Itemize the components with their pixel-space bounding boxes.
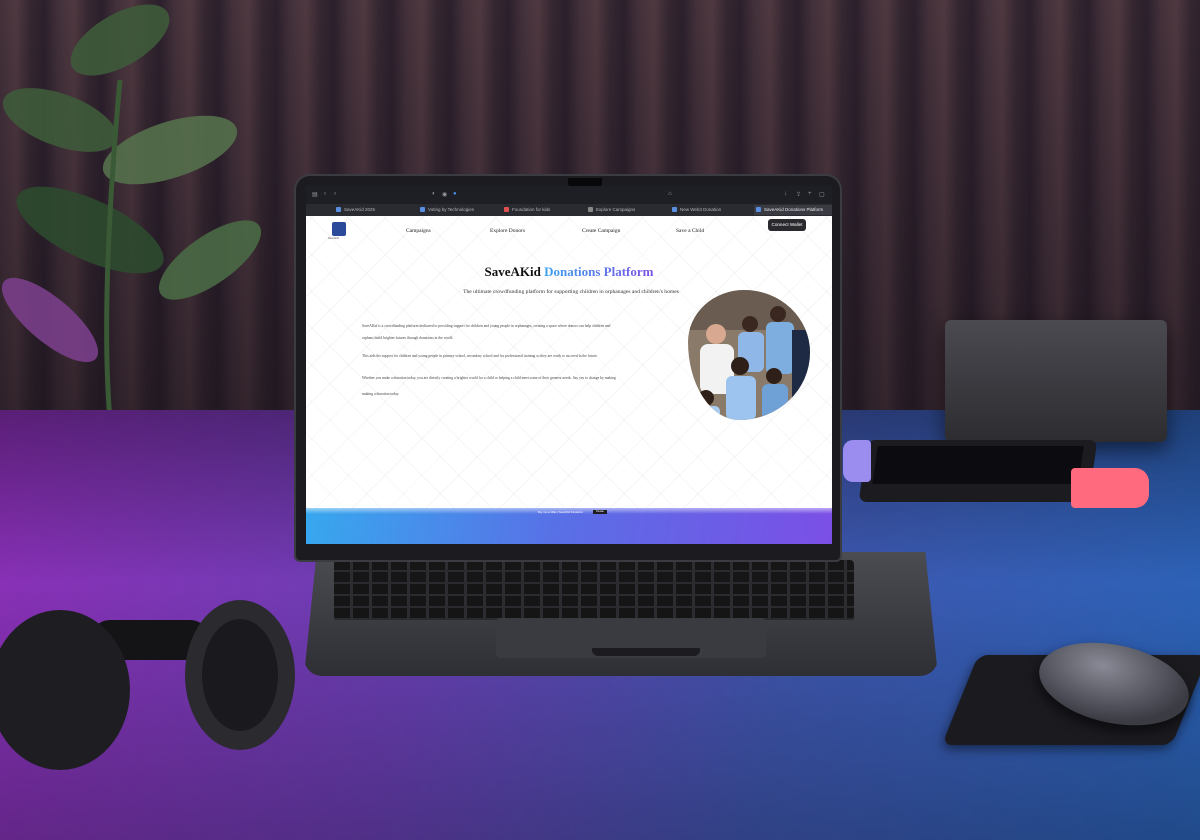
connect-wallet-button[interactable]: Connect Wallet <box>768 219 806 231</box>
lock-icon: ⌂ <box>668 191 672 197</box>
back-arrow-icon[interactable]: ‹ <box>324 191 326 197</box>
address-bar[interactable] <box>426 190 676 200</box>
intro-paragraph-line: orphans build brighter futures through d… <box>362 336 454 340</box>
site-logo[interactable] <box>332 222 346 236</box>
footer-text: Buy me a coffee | SaveAKid Donations <box>538 511 583 514</box>
nav-link-create-campaign[interactable]: Create Campaign <box>582 228 620 234</box>
site-footer: Buy me a coffee | SaveAKid Donations Don… <box>306 508 832 544</box>
browser-toolbar: ▤ ‹ › ◐ ◉ ● ⌂ ↓ ⇪ + ▢ <box>306 186 832 204</box>
browser-tab[interactable]: New Web3 Donation <box>670 205 750 215</box>
intro-paragraph-line: Whether you make a donation today, you a… <box>362 376 616 380</box>
favicon-icon <box>588 207 593 212</box>
keyboard-rows <box>334 560 854 620</box>
share-icon[interactable]: ⇪ <box>796 191 801 198</box>
console-screen <box>872 446 1084 484</box>
browser-tab[interactable]: Explore Campaigns <box>586 205 666 215</box>
favicon-icon <box>420 207 425 212</box>
logo-caption: SaveAKid <box>328 237 339 240</box>
website-page: SaveAKid Campaigns Explore Donors Create… <box>306 216 832 544</box>
children-photo-image <box>688 290 810 420</box>
tab-strip: SaveAKid 2025 Voting by Technologies Fou… <box>306 204 832 216</box>
hero-title-gradient: Donations Platform <box>544 264 654 279</box>
nav-link-save-a-child[interactable]: Save a Child <box>676 228 704 234</box>
intro-paragraph-line: This aids the support for children and y… <box>362 354 598 358</box>
tab-overview-icon[interactable]: ▢ <box>819 191 825 198</box>
favicon-icon <box>336 207 341 212</box>
browser-tab[interactable]: SaveAKid 2025 <box>334 205 414 215</box>
children-photo <box>688 290 810 420</box>
laptop-screen: ▤ ‹ › ◐ ◉ ● ⌂ ↓ ⇪ + ▢ SaveAKid 2025 Voti… <box>306 186 832 544</box>
sidebar-icon[interactable]: ▤ <box>312 191 318 198</box>
nav-link-explore-donors[interactable]: Explore Donors <box>490 228 525 234</box>
new-tab-icon[interactable]: + <box>808 191 812 197</box>
favicon-icon <box>672 207 677 212</box>
speaker-box <box>945 320 1167 442</box>
forward-arrow-icon[interactable]: › <box>334 191 336 197</box>
hero-subtitle: The ultimate crowdfunding platform for s… <box>463 289 679 295</box>
plant-decoration <box>1 4 262 420</box>
right-controller <box>1071 468 1149 508</box>
browser-tab[interactable]: Foundation for kids <box>502 205 582 215</box>
favicon-icon <box>504 207 509 212</box>
hero-title-plain: SaveAKid <box>484 264 541 279</box>
laptop-lip <box>592 648 700 656</box>
headphones <box>0 600 295 770</box>
hero-title: SaveAKid Donations Platform <box>306 264 832 280</box>
favicon-icon <box>756 207 761 212</box>
nav-link-campaigns[interactable]: Campaigns <box>406 228 431 234</box>
game-console <box>843 440 1153 510</box>
footer-donate-button[interactable]: Donate <box>593 510 607 514</box>
left-controller <box>843 440 871 482</box>
browser-tab-active[interactable]: SaveAKid Donations Platform <box>754 205 832 215</box>
intro-paragraph-line: SaveAKid is a crowdfunding platform dedi… <box>362 324 611 328</box>
browser-tab[interactable]: Voting by Technologies <box>418 205 498 215</box>
intro-paragraph-line: making a donation today. <box>362 392 400 396</box>
site-navbar: SaveAKid Campaigns Explore Donors Create… <box>306 216 832 242</box>
download-icon[interactable]: ↓ <box>784 191 787 197</box>
